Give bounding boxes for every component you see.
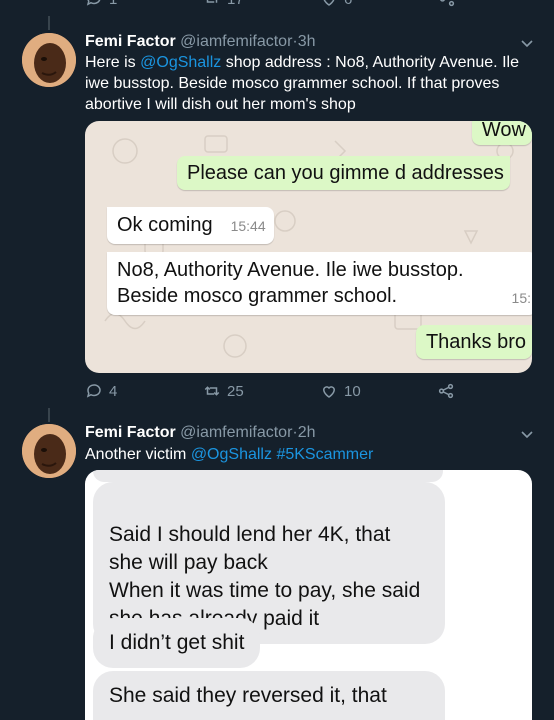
- previous-tweet-actions: 1 17 6: [0, 0, 554, 8]
- mention-link[interactable]: @OgShallz: [191, 446, 272, 463]
- retweet-count: 17: [227, 0, 244, 8]
- message-outgoing: Thanks bro: [415, 325, 532, 359]
- message-incoming: She said they reversed it, that: [93, 671, 445, 720]
- tweet-actions: 4 25 10: [85, 382, 485, 402]
- message-text: Thanks bro: [425, 331, 526, 353]
- retweet-icon: [204, 386, 220, 396]
- message-outgoing: Wow: [471, 121, 532, 145]
- tweet-text-part: Here is: [85, 54, 141, 71]
- share-action[interactable]: [437, 382, 455, 400]
- whatsapp-chat: Wow Please can you gimme d addresses Ok …: [85, 121, 532, 373]
- tweet-text-part: Another victim: [85, 446, 191, 463]
- tweet-text: Here is @OgShallz shop address : No8, Au…: [85, 52, 535, 115]
- message-incoming: I didn’t get shit: [93, 618, 261, 668]
- like-count: 10: [344, 382, 361, 400]
- chat-screenshot-image[interactable]: Wow Please can you gimme d addresses Ok …: [85, 121, 532, 373]
- retweet-action[interactable]: 25: [203, 382, 244, 400]
- message-incoming: No8, Authority Avenue. Ile iwe busstop. …: [107, 252, 532, 315]
- mention-link[interactable]: @OgShallz: [140, 54, 221, 71]
- hashtag-link[interactable]: #5KScammer: [276, 446, 373, 463]
- tweet-header: Femi Factor @iamfemifactor·2h: [85, 423, 316, 443]
- author-handle[interactable]: @iamfemifactor: [180, 33, 292, 50]
- message-text: Said I should lend her 4K, that she will…: [109, 523, 421, 630]
- heart-icon: [322, 386, 336, 398]
- message-time: 15:: [511, 290, 531, 306]
- message-text: She said they reversed it, that: [109, 684, 387, 707]
- chevron-down-icon[interactable]: [520, 36, 534, 50]
- imessage-chat: Said I should lend her 4K, that she will…: [85, 470, 532, 720]
- tweet-time[interactable]: 2h: [298, 424, 316, 441]
- chat-screenshot-image[interactable]: Said I should lend her 4K, that she will…: [85, 470, 532, 720]
- author-name[interactable]: Femi Factor: [85, 33, 176, 50]
- reply-icon: [86, 384, 101, 398]
- chevron-down-icon[interactable]: [520, 427, 534, 441]
- share-icon: [438, 383, 454, 399]
- retweet-action[interactable]: 17: [203, 0, 244, 8]
- heart-icon: [323, 0, 335, 6]
- reply-count: 1: [109, 0, 117, 8]
- share-icon: [440, 0, 455, 7]
- message-text: No8, Authority Avenue. Ile iwe busstop. …: [117, 259, 464, 307]
- avatar-image: [22, 33, 76, 87]
- reply-icon: [86, 0, 101, 6]
- reply-action[interactable]: 4: [85, 382, 117, 400]
- message-text: I didn’t get shit: [109, 631, 245, 654]
- reply-count: 4: [109, 382, 118, 400]
- author-name[interactable]: Femi Factor: [85, 424, 176, 441]
- avatar[interactable]: [22, 33, 76, 87]
- share-action[interactable]: [438, 0, 456, 8]
- tweet-time[interactable]: 3h: [298, 33, 316, 50]
- reply-action[interactable]: 1: [85, 0, 117, 8]
- like-action[interactable]: 6: [320, 0, 352, 8]
- message-text: Wow: [481, 121, 526, 141]
- like-action[interactable]: 10: [320, 382, 361, 400]
- thread-line: [48, 408, 50, 422]
- message-time: 15:44: [230, 218, 266, 234]
- message-text: Please can you gimme d addresses: [187, 162, 504, 184]
- retweet-count: 25: [227, 382, 244, 400]
- avatar[interactable]: [22, 424, 76, 478]
- message-incoming: Ok coming 15:44: [107, 207, 274, 244]
- retweet-icon: [206, 0, 218, 3]
- message-outgoing: Please can you gimme d addresses: [177, 156, 510, 190]
- tweet-text: Another victim @OgShallz #5KScammer: [85, 444, 535, 465]
- thread-line: [48, 16, 50, 30]
- message-incoming-partial: [93, 470, 443, 482]
- avatar-image: [22, 424, 76, 478]
- tweet-header: Femi Factor @iamfemifactor·3h: [85, 32, 316, 52]
- message-text: Ok coming: [117, 214, 213, 236]
- like-count: 6: [344, 0, 352, 8]
- author-handle[interactable]: @iamfemifactor: [180, 424, 292, 441]
